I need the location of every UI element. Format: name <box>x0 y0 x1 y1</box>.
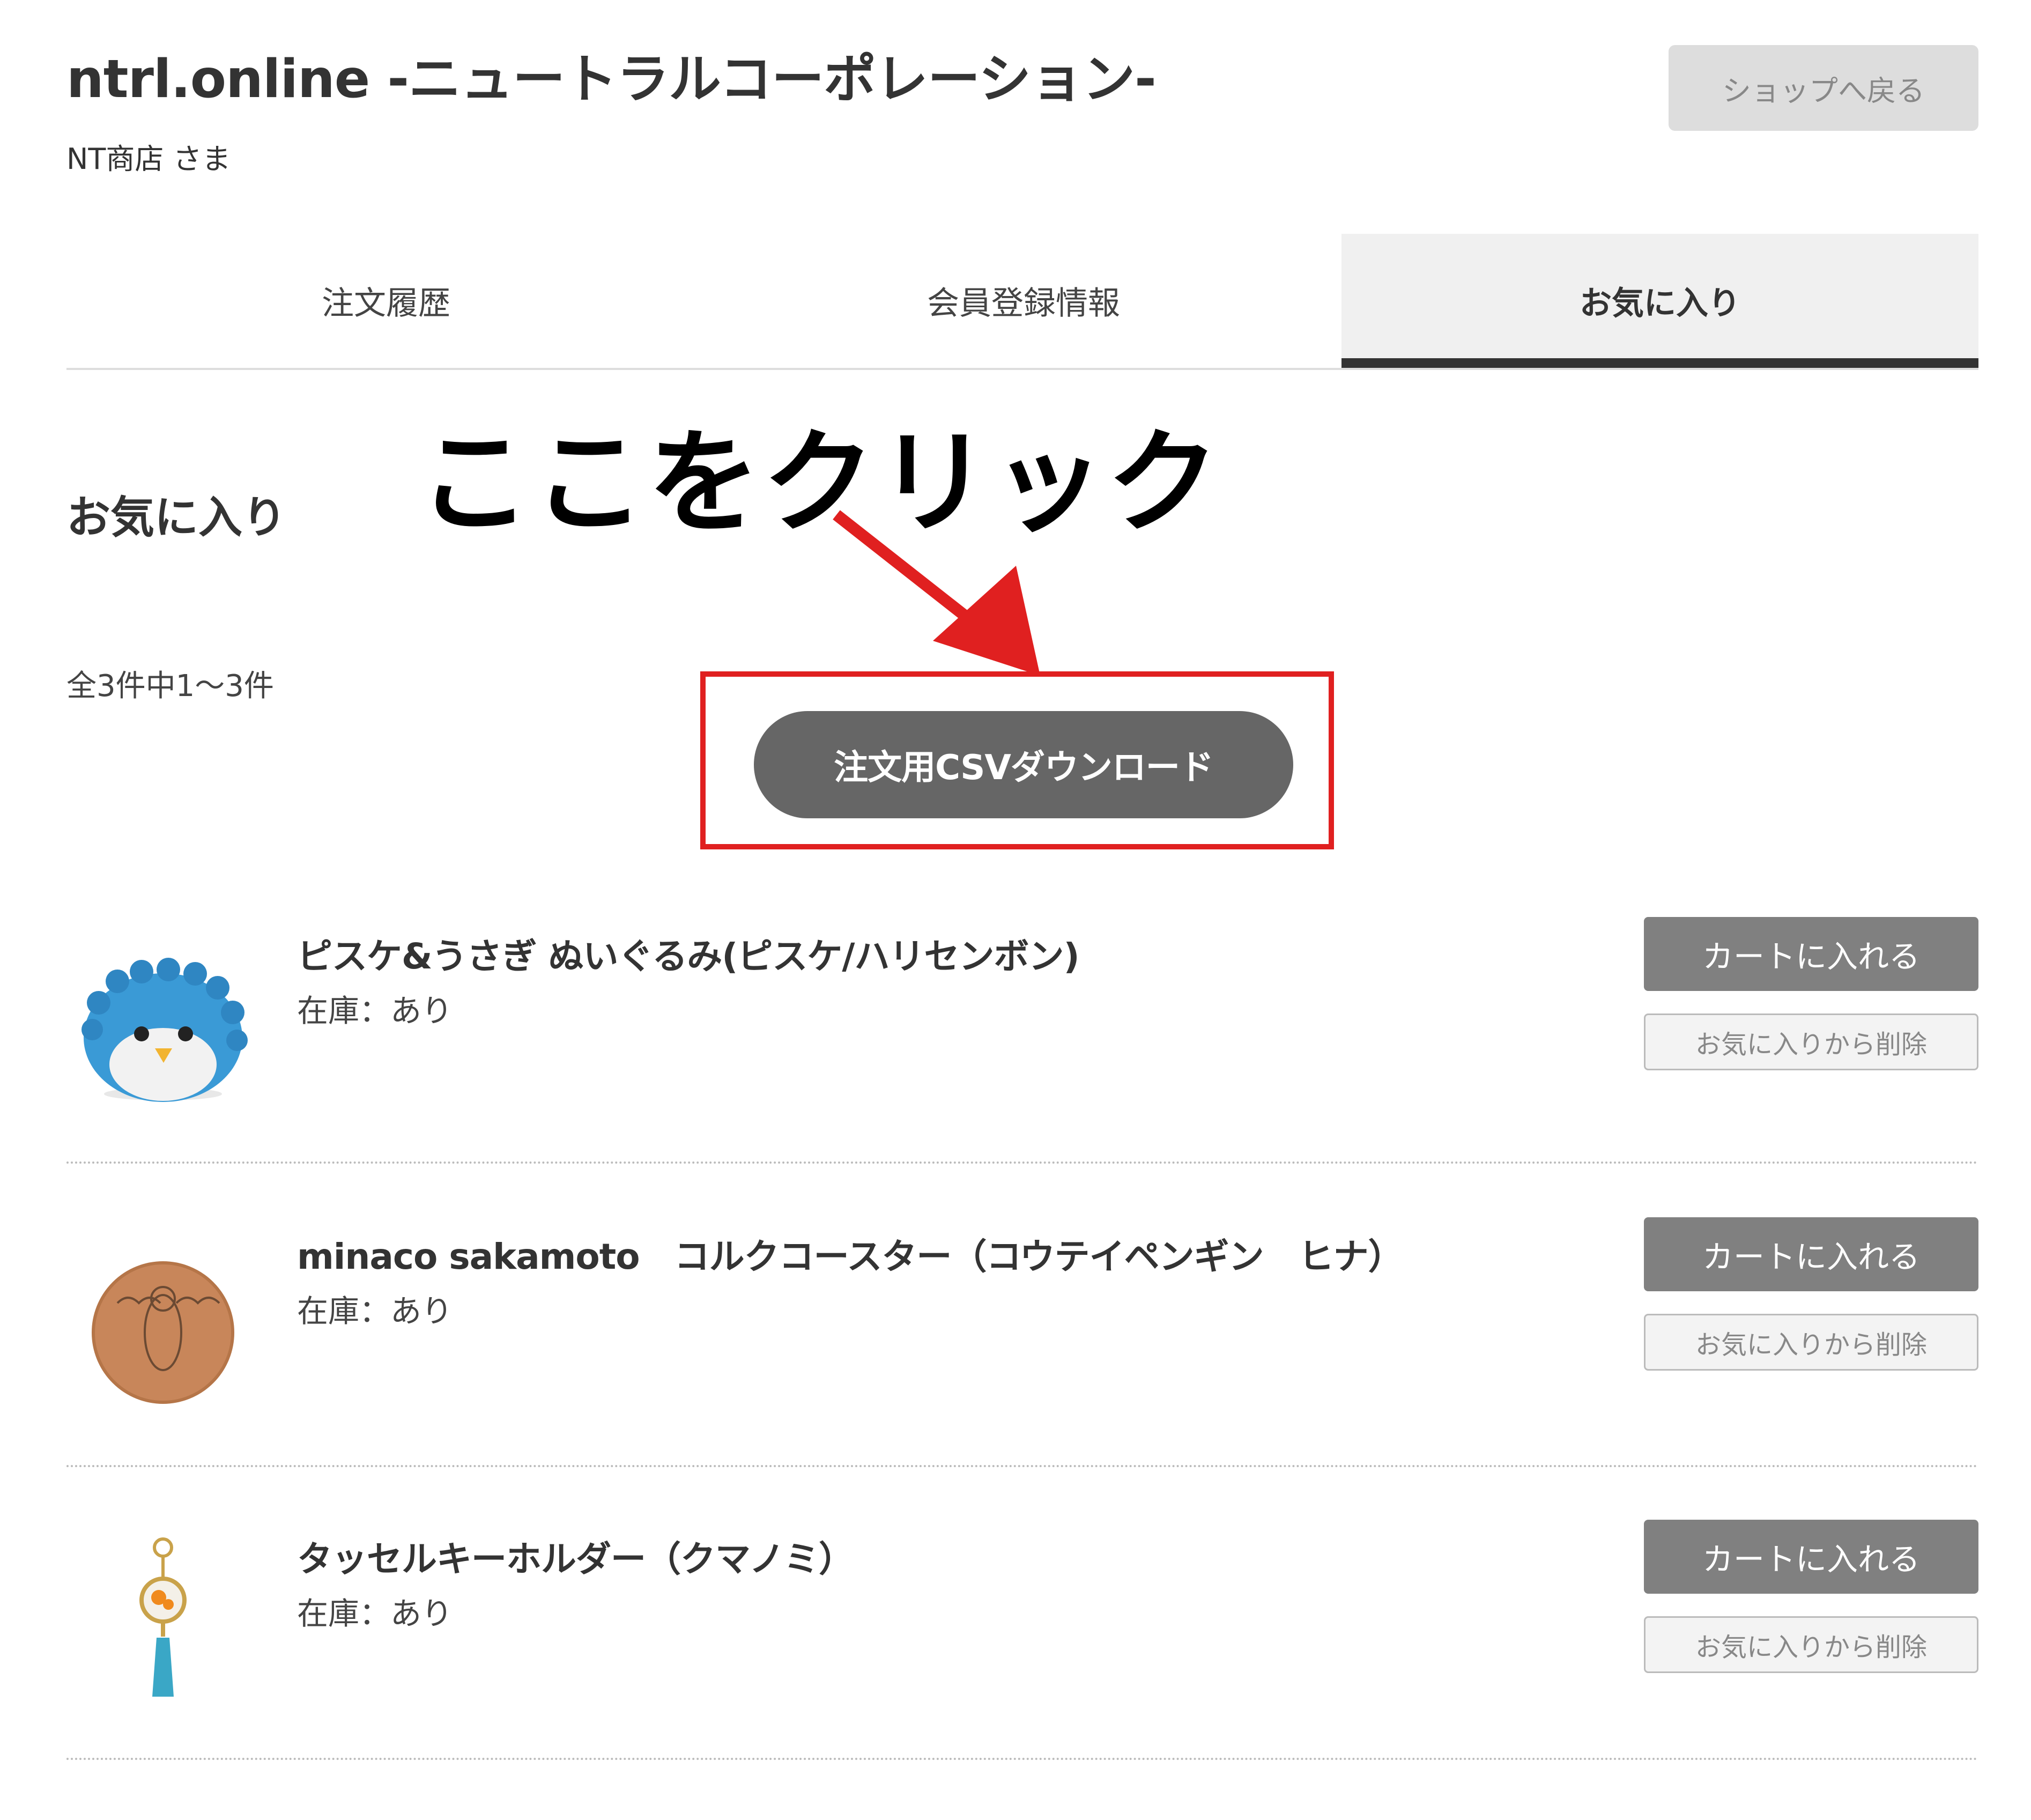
list-item: タッセルキーホルダー（クマノミ） 在庫：あり カートに入れる お気に入りから削除 <box>66 1520 1978 1820</box>
add-to-cart-button[interactable]: カートに入れる <box>1644 917 1978 991</box>
tabs-divider <box>66 368 1978 370</box>
arrow-down-right-icon <box>833 510 1040 676</box>
cork-coaster-image[interactable] <box>66 1239 260 1410</box>
list-item: minaco sakamoto コルクコースター（コウテイペンギン ヒナ） 在庫… <box>66 1217 1978 1518</box>
product-name[interactable]: ピスケ&うさぎ ぬいぐるみ(ピスケ/ハリセンボン) <box>297 928 1080 979</box>
product-name[interactable]: タッセルキーホルダー（クマノミ） <box>297 1530 854 1582</box>
item-divider <box>66 1161 1978 1164</box>
item-divider <box>66 1465 1978 1467</box>
csv-download-button[interactable]: 注文用CSVダウンロード <box>754 711 1293 818</box>
back-to-shop-button[interactable]: ショップへ戻る <box>1669 45 1978 131</box>
item-divider <box>66 1758 1978 1760</box>
stock-status: 在庫：あり <box>297 1595 453 1632</box>
add-to-cart-button[interactable]: カートに入れる <box>1644 1217 1978 1291</box>
tassel-keyholder-image[interactable] <box>66 1530 260 1713</box>
pufferfish-plush-image[interactable] <box>66 938 260 1110</box>
result-count: 全3件中1～3件 <box>66 669 274 704</box>
remove-favorite-button[interactable]: お気に入りから削除 <box>1644 1013 1978 1070</box>
active-tab-indicator <box>1341 358 1978 368</box>
site-title: ntrl.online -ニュートラルコーポレーション- <box>66 49 1157 110</box>
tab-member-info[interactable]: 会員登録情報 <box>706 234 1341 367</box>
list-item: ピスケ&うさぎ ぬいぐるみ(ピスケ/ハリセンボン) 在庫：あり カートに入れる … <box>66 917 1978 1217</box>
tab-favorites[interactable]: お気に入り <box>1341 234 1978 367</box>
account-name: NT商店 さま <box>66 142 231 176</box>
section-title: お気に入り <box>66 492 287 543</box>
callout-text: ここをクリック <box>418 417 1222 549</box>
add-to-cart-button[interactable]: カートに入れる <box>1644 1520 1978 1594</box>
stock-status: 在庫：あり <box>297 1293 453 1329</box>
remove-favorite-button[interactable]: お気に入りから削除 <box>1644 1314 1978 1371</box>
remove-favorite-button[interactable]: お気に入りから削除 <box>1644 1616 1978 1673</box>
product-name[interactable]: minaco sakamoto コルクコースター（コウテイペンギン ヒナ） <box>297 1228 1404 1279</box>
stock-status: 在庫：あり <box>297 993 453 1029</box>
tab-order-history[interactable]: 注文履歴 <box>66 234 706 367</box>
